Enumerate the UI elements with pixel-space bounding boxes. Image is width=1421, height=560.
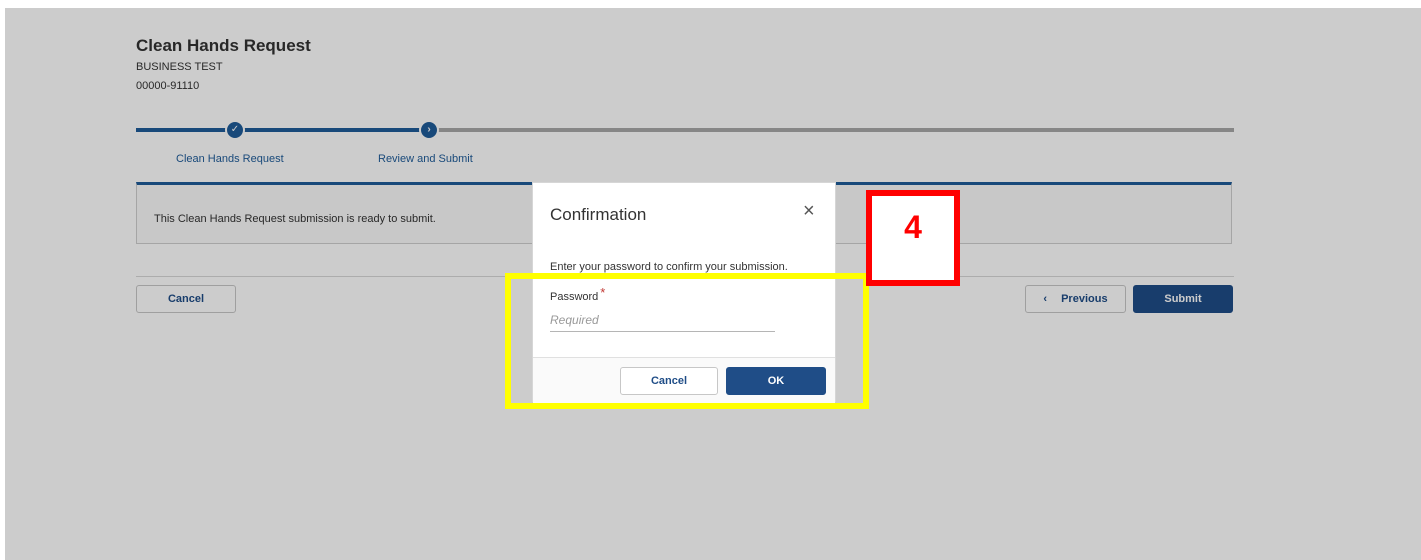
password-highlight-box — [505, 273, 869, 409]
dialog-title: Confirmation — [550, 205, 647, 224]
step-number: 4 — [904, 209, 922, 245]
step-number-callout: 4 — [866, 190, 960, 286]
dialog-message: Enter your password to confirm your subm… — [550, 261, 788, 273]
close-icon[interactable]: × — [803, 201, 815, 221]
page-background: Clean Hands Request BUSINESS TEST 00000-… — [5, 8, 1421, 560]
